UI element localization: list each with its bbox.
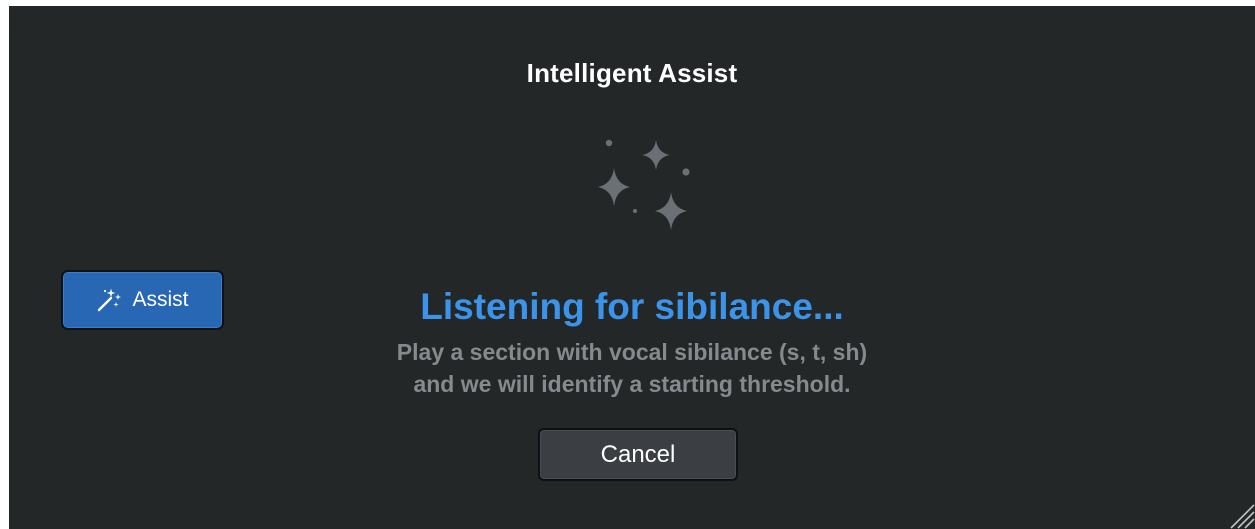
magic-wand-icon: [98, 288, 122, 312]
assist-panel: Intelligent Assist Listening for sibilan…: [9, 6, 1255, 529]
panel-title: Intelligent Assist: [526, 58, 738, 88]
resize-grip-icon[interactable]: [1223, 497, 1255, 529]
assist-button[interactable]: Assist: [61, 270, 224, 330]
instruction-text-line2: and we will identify a starting threshol…: [413, 371, 851, 397]
assist-button-label: Assist: [132, 288, 189, 311]
sparkles-icon: [598, 139, 690, 230]
instruction-text-line1: Play a section with vocal sibilance (s, …: [396, 339, 868, 365]
cancel-button[interactable]: Cancel: [538, 428, 738, 481]
